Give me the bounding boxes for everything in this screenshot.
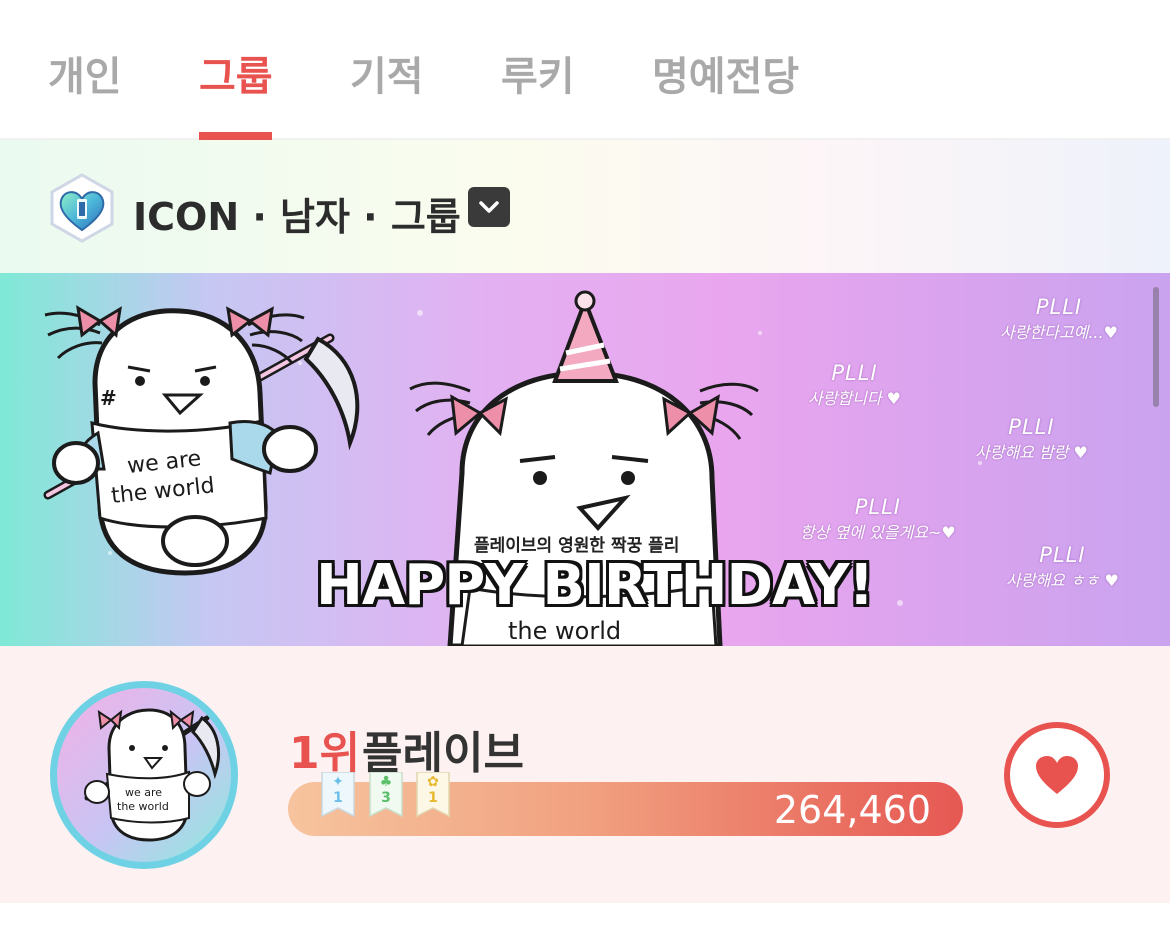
banner-note: PLLI 항상 옆에 있을게요~♥ xyxy=(800,495,956,542)
heart-icon xyxy=(1036,756,1078,794)
svg-text:we are: we are xyxy=(125,786,162,799)
award-badge[interactable]: ✿ 1 xyxy=(415,772,451,818)
crystal-heart-icon xyxy=(50,173,114,243)
category-dropdown-button[interactable] xyxy=(468,187,510,227)
banner-headline: HAPPY BIRTHDAY! xyxy=(316,553,874,618)
chevron-down-icon xyxy=(479,201,499,213)
clover-icon: ♣ xyxy=(379,774,393,790)
svg-text:#: # xyxy=(100,386,117,410)
ranking-tabs: 개인 그룹 기적 루키 명예전당 xyxy=(0,0,1170,140)
flower-icon: ✿ xyxy=(427,774,439,790)
tab-rookie[interactable]: 루키 xyxy=(501,44,575,102)
birthday-banner[interactable]: # we are the world the world 플레이브의 영원한 짝… xyxy=(0,273,1170,646)
avatar[interactable]: we are the world xyxy=(50,681,238,869)
svg-text:the world: the world xyxy=(117,800,169,813)
award-badge[interactable]: ✦ 1 xyxy=(320,772,356,818)
avatar-illustration: we are the world xyxy=(84,708,221,842)
tab-group[interactable]: 그룹 xyxy=(199,44,273,102)
banner-note: PLLI 사랑해요 밤랑 ♥ xyxy=(975,415,1088,462)
wing-icon: ✦ xyxy=(332,774,344,790)
banner-note: PLLI 사랑해요 ㅎㅎ ♥ xyxy=(1006,543,1119,590)
svg-text:the world: the world xyxy=(508,617,621,645)
banner-scrollbar[interactable] xyxy=(1153,287,1159,407)
vote-heart-button[interactable] xyxy=(1004,722,1110,828)
tab-individual[interactable]: 개인 xyxy=(48,44,122,102)
banner-note: PLLI 사랑한다고예...♥ xyxy=(1000,295,1118,342)
tab-hall-of-fame[interactable]: 명예전당 xyxy=(652,44,799,102)
banner-note: PLLI 사랑합니다 ♥ xyxy=(808,361,902,408)
tab-miracle[interactable]: 기적 xyxy=(350,44,424,102)
vote-count: 264,460 xyxy=(773,788,931,832)
award-badge[interactable]: ♣ 3 xyxy=(368,772,404,818)
active-tab-indicator xyxy=(199,132,272,140)
category-label[interactable]: ICON · 남자 · 그룹 xyxy=(133,186,461,241)
